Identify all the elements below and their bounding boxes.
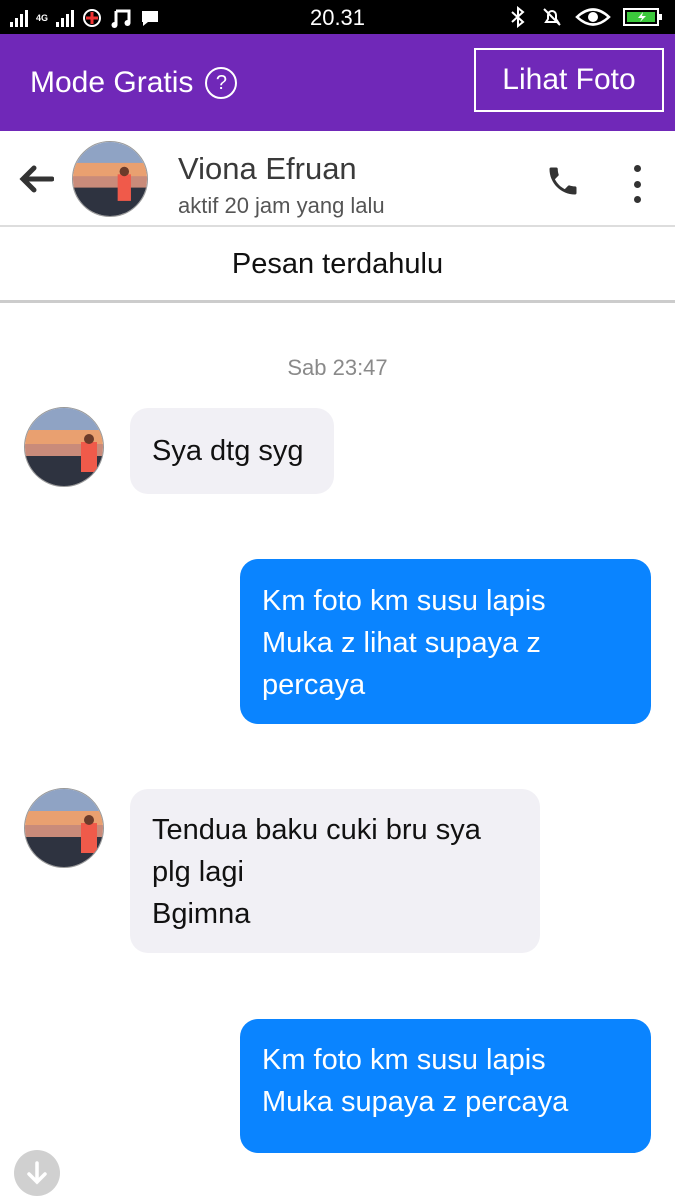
status-right-icons [507,6,663,28]
message-bubble-outgoing[interactable]: Km foto km susu lapis Muka z lihat supay… [240,559,651,724]
contact-avatar[interactable] [72,141,148,217]
chat-header: Viona Efruan aktif 20 jam yang lalu [0,131,675,227]
free-mode-bar: Mode Gratis ? Lihat Foto [0,34,675,131]
status-bar: 4G 20.31 [0,0,675,34]
message-bubble-incoming[interactable]: Tendua baku cuki bru sya plg lagi Bgimna [130,789,540,953]
battery-icon [623,8,662,26]
scroll-down-icon[interactable] [14,1150,60,1196]
load-earlier-messages[interactable]: Pesan terdahulu [0,229,675,303]
bluetooth-icon [511,6,525,28]
contact-last-active: aktif 20 jam yang lalu [178,193,385,218]
contact-name[interactable]: Viona Efruan [178,151,357,187]
free-mode-label: Mode Gratis [30,66,194,99]
message-bubble-incoming[interactable]: Sya dtg syg [130,408,334,494]
view-photos-button[interactable]: Lihat Foto [474,48,664,112]
help-icon[interactable]: ? [205,67,238,99]
message-bubble-outgoing[interactable]: Km foto km susu lapis Muka supaya z perc… [240,1019,651,1153]
sender-avatar[interactable] [24,788,104,868]
mute-bell-icon [543,8,561,26]
avatar-image [25,789,103,867]
avatar-image [25,408,103,486]
eye-icon [575,8,611,26]
phone-icon[interactable] [545,163,581,199]
sender-avatar[interactable] [24,407,104,487]
more-vertical-icon[interactable] [630,165,644,203]
avatar-image [73,142,147,216]
message-timestamp: Sab 23:47 [287,355,388,380]
free-mode-title[interactable]: Mode Gratis ? [30,66,238,100]
back-arrow-icon[interactable] [18,164,54,194]
